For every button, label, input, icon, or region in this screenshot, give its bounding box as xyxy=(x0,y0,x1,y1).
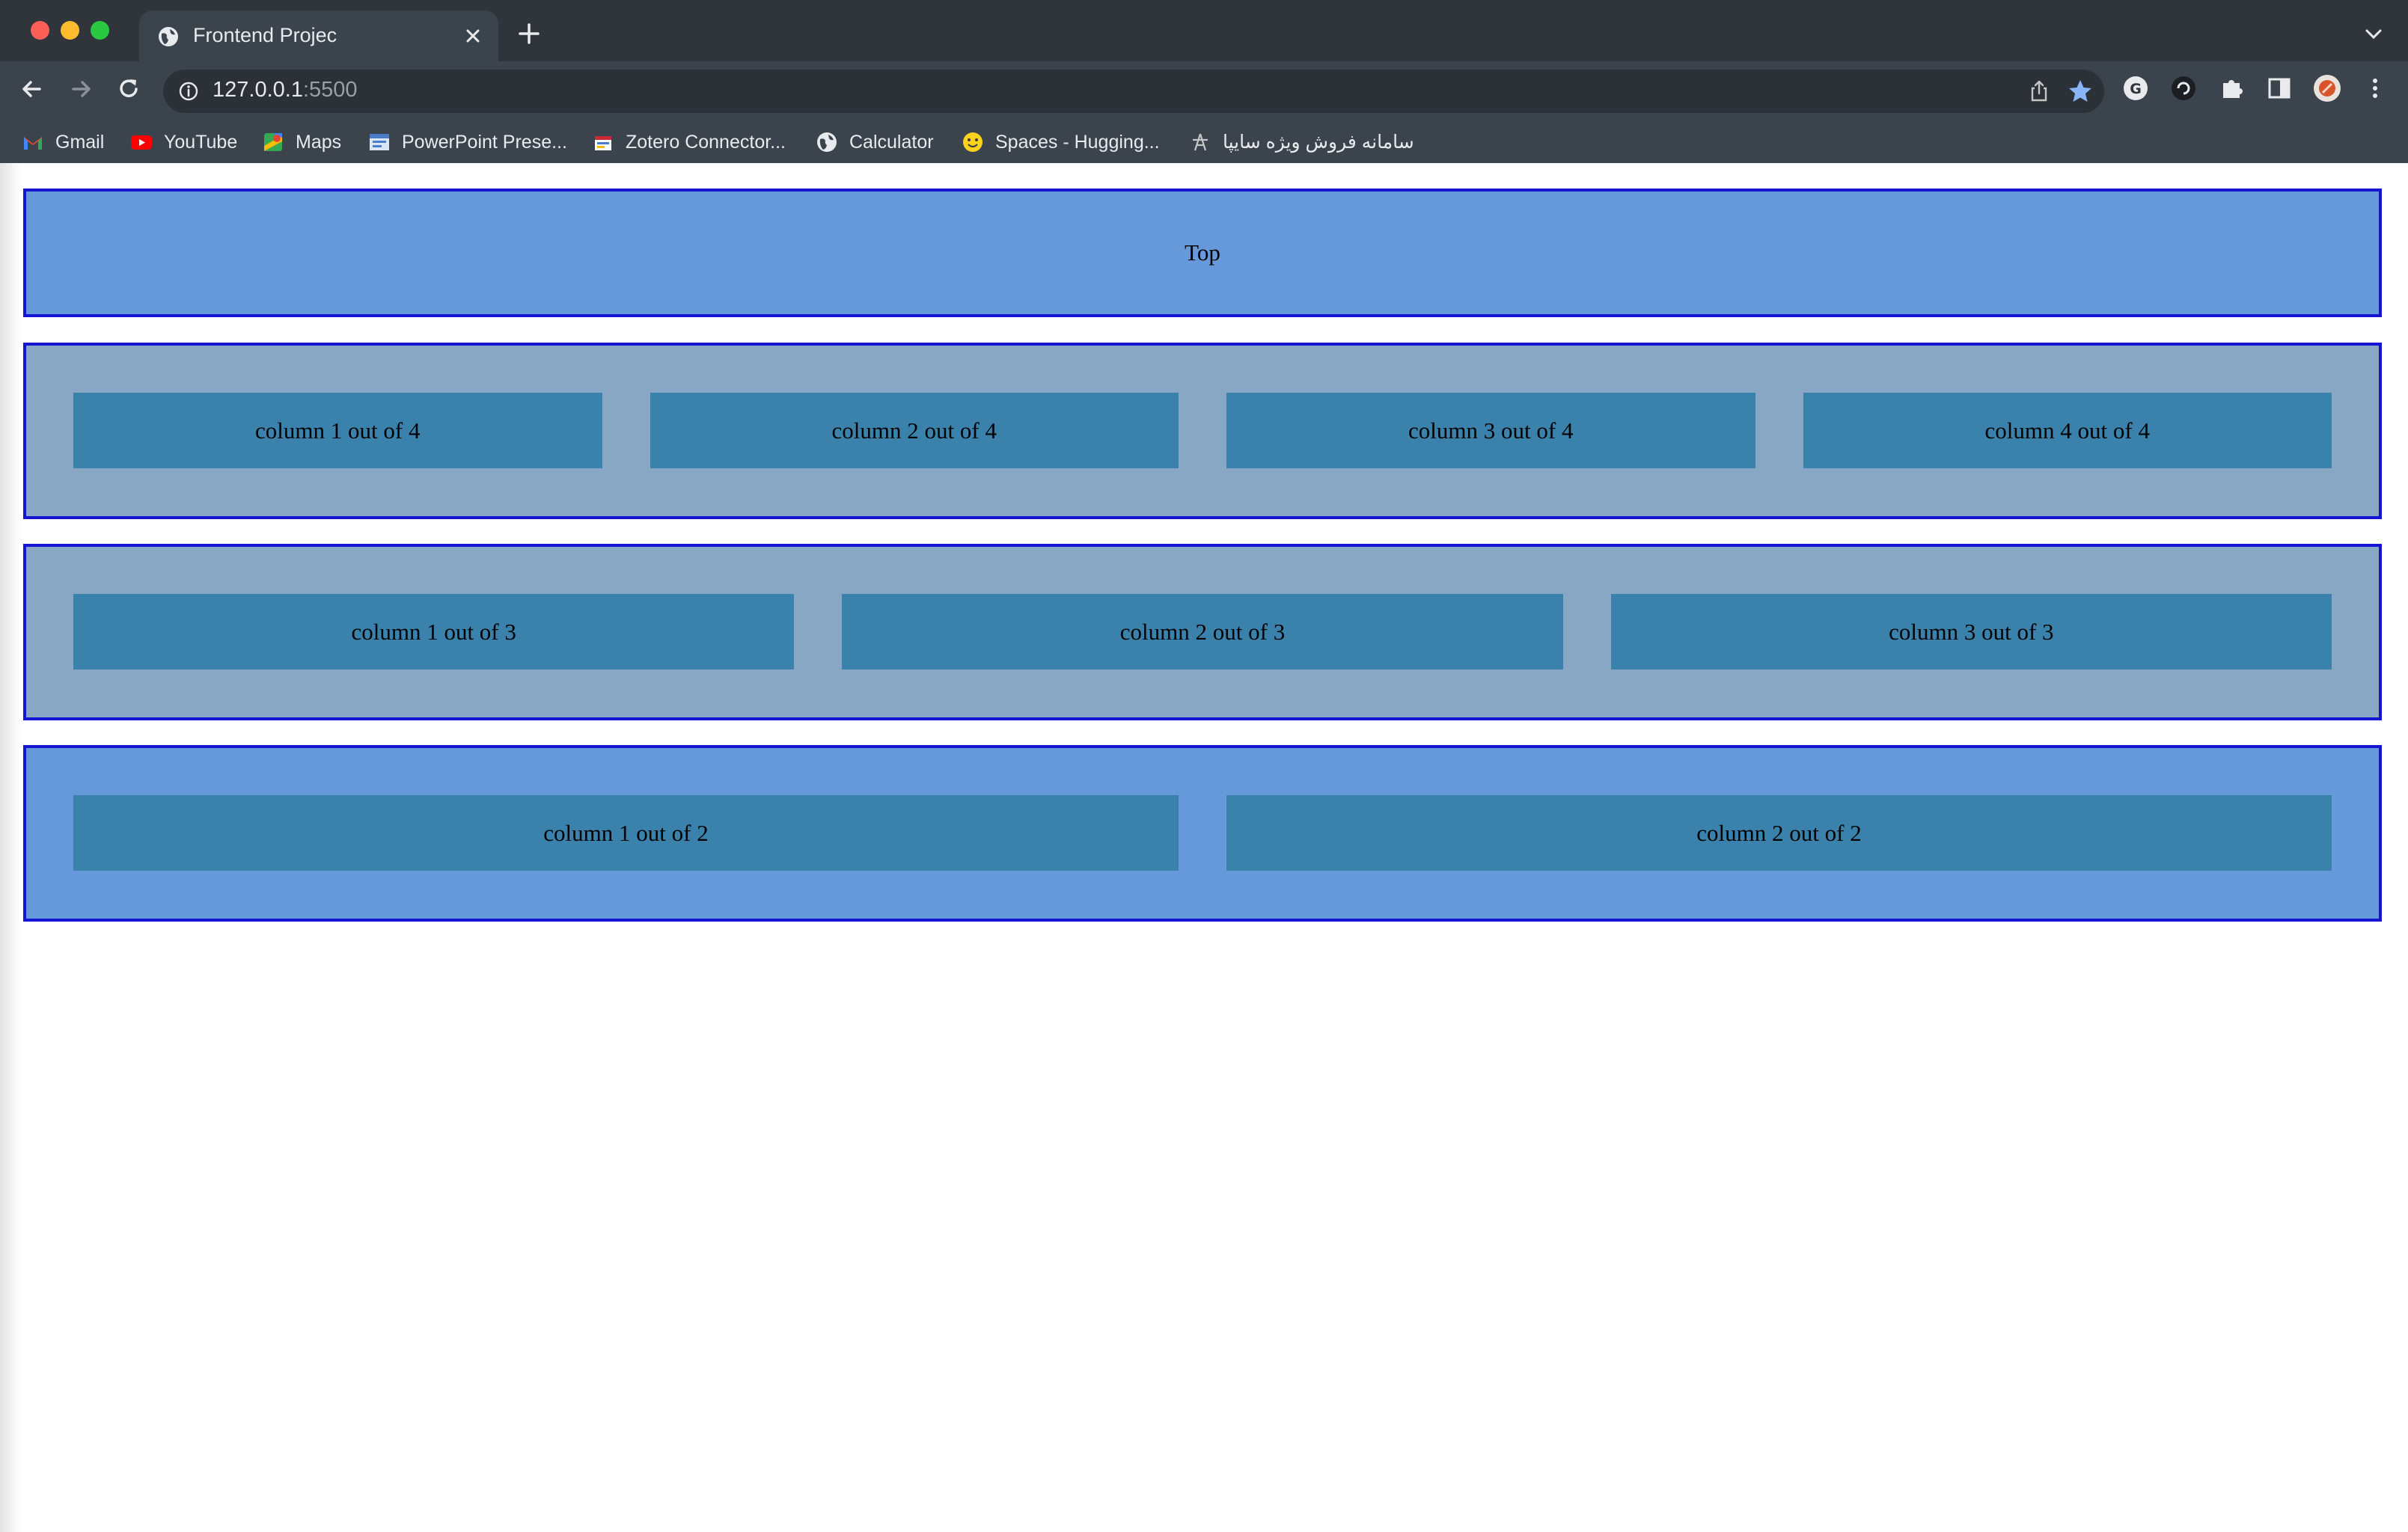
bookmark-label: PowerPoint Prese... xyxy=(402,131,567,153)
url-host: 127.0.0.1 xyxy=(213,78,303,102)
saipa-icon xyxy=(1193,133,1208,151)
back-arrow-icon[interactable] xyxy=(17,74,47,104)
bookmark-calculator[interactable]: Calculator xyxy=(816,129,934,155)
close-tab-icon[interactable] xyxy=(461,24,485,48)
column-3-of-3: column 3 out of 3 xyxy=(1610,594,2332,670)
forward-arrow-icon[interactable] xyxy=(66,74,96,104)
bookmarks-bar: Gmail YouTube Maps PowerPoint Prese... Z… xyxy=(0,117,2408,167)
more-menu-icon[interactable] xyxy=(2360,73,2390,103)
bookmark-label: YouTube xyxy=(164,131,238,153)
window-edge-shadow xyxy=(0,163,21,1532)
extension-icon[interactable]: G xyxy=(2121,73,2151,103)
bookmark-star-icon[interactable] xyxy=(2067,78,2094,105)
share-icon[interactable] xyxy=(2028,79,2050,103)
bookmark-saipa[interactable]: سامانه فروش ویژه سایپا xyxy=(1189,129,1414,155)
bookmark-youtube[interactable]: YouTube xyxy=(130,129,237,155)
column-label: column 2 out of 3 xyxy=(1119,618,1286,645)
url-text[interactable]: 127.0.0.1:5500 xyxy=(213,78,358,102)
youtube-icon xyxy=(131,135,152,150)
svg-text:G: G xyxy=(2130,81,2142,97)
bookmark-gmail[interactable]: Gmail xyxy=(22,129,104,155)
maximize-window-button[interactable] xyxy=(91,21,109,40)
four-column-row: column 1 out of 4 column 2 out of 4 colu… xyxy=(23,343,2382,519)
tab-title: Frontend Projec xyxy=(193,24,337,46)
column-1-of-4: column 1 out of 4 xyxy=(73,393,602,468)
profile-avatar[interactable] xyxy=(2312,73,2342,103)
bookmark-label: Zotero Connector... xyxy=(626,131,786,153)
powerpoint-icon xyxy=(370,134,389,150)
bookmark-huggingface[interactable]: Spaces - Hugging... xyxy=(962,129,1160,155)
browser-tab-active[interactable]: Frontend Projec xyxy=(139,10,498,61)
column-4-of-4: column 4 out of 4 xyxy=(1803,393,2332,468)
zotero-icon xyxy=(595,136,611,150)
top-label: Top xyxy=(1185,239,1220,266)
two-column-row: column 1 out of 2 column 2 out of 2 xyxy=(23,745,2382,922)
bookmark-label: سامانه فروش ویژه سایپا xyxy=(1223,132,1414,153)
bookmark-maps[interactable]: Maps xyxy=(262,129,341,155)
globe-icon xyxy=(159,27,178,46)
maps-icon xyxy=(264,133,282,151)
side-panel-icon[interactable] xyxy=(2264,73,2294,103)
puzzle-extensions-icon[interactable] xyxy=(2216,73,2246,103)
extension-icon-2[interactable] xyxy=(2169,73,2198,103)
gmail-icon xyxy=(24,137,42,150)
column-2-of-4: column 2 out of 4 xyxy=(650,393,1179,468)
minimize-window-button[interactable] xyxy=(61,21,79,40)
column-1-of-3: column 1 out of 3 xyxy=(73,594,795,670)
three-column-row: column 1 out of 3 column 2 out of 3 colu… xyxy=(23,544,2382,720)
bookmark-zotero[interactable]: Zotero Connector... xyxy=(592,129,786,155)
address-bar[interactable]: 127.0.0.1:5500 xyxy=(163,70,2104,113)
bookmark-label: Calculator xyxy=(849,131,934,153)
url-port: :5500 xyxy=(302,78,358,102)
bookmark-label: Maps xyxy=(296,131,342,153)
bookmark-label: Gmail xyxy=(55,131,105,153)
tab-search-chevron-icon[interactable] xyxy=(2362,24,2386,45)
column-label: column 2 out of 2 xyxy=(1696,819,1862,846)
column-label: column 1 out of 3 xyxy=(351,618,516,645)
page-viewport: Top column 1 out of 4 column 2 out of 4 … xyxy=(0,163,2408,1532)
globe-icon xyxy=(817,132,837,152)
column-3-of-4: column 3 out of 4 xyxy=(1226,393,1755,468)
bookmark-powerpoint[interactable]: PowerPoint Prese... xyxy=(368,129,567,155)
column-label: column 3 out of 4 xyxy=(1408,417,1574,444)
new-tab-icon[interactable] xyxy=(516,21,542,46)
column-label: column 1 out of 2 xyxy=(543,819,709,846)
column-2-of-2: column 2 out of 2 xyxy=(1226,795,2332,871)
column-label: column 1 out of 4 xyxy=(255,417,421,444)
reload-icon[interactable] xyxy=(114,74,144,104)
column-1-of-2: column 1 out of 2 xyxy=(73,795,1179,871)
browser-titlebar: Frontend Projec xyxy=(0,0,2408,61)
column-2-of-3: column 2 out of 3 xyxy=(842,594,1563,670)
bookmark-label: Spaces - Hugging... xyxy=(995,131,1160,153)
close-window-button[interactable] xyxy=(31,21,49,40)
site-info-icon[interactable] xyxy=(178,81,199,102)
column-label: column 4 out of 4 xyxy=(1984,417,2150,444)
column-label: column 3 out of 3 xyxy=(1889,618,2054,645)
top-section: Top xyxy=(23,189,2382,317)
huggingface-icon xyxy=(963,132,983,152)
column-label: column 2 out of 4 xyxy=(831,417,997,444)
browser-toolbar: 127.0.0.1:5500 G Gmail YouTube Maps Powe… xyxy=(0,61,2408,177)
